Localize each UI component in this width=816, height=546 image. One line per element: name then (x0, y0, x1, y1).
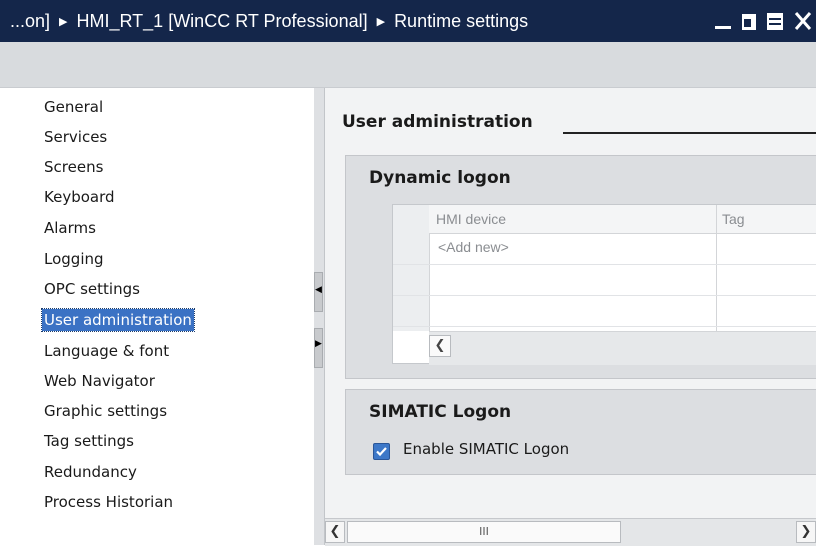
enable-simatic-logon-label[interactable]: Enable SIMATIC Logon (403, 440, 569, 458)
column-separator (716, 205, 717, 331)
maximize-icon[interactable] (766, 0, 784, 42)
nav-item-services[interactable]: Services (42, 126, 109, 148)
checkmark-icon (376, 447, 387, 457)
nav-item-opc-settings[interactable]: OPC settings (42, 278, 142, 300)
nav-item-logging[interactable]: Logging (42, 248, 106, 270)
nav-item-screens[interactable]: Screens (42, 156, 105, 178)
nav-item-web-navigator[interactable]: Web Navigator (42, 370, 157, 392)
editor-toolbar (0, 42, 816, 88)
section-divider (563, 132, 816, 134)
title-bar: ...on] ▶ HMI_RT_1 [WinCC RT Professional] ▶… (0, 0, 816, 42)
simatic-logon-group: SIMATIC Logon (345, 389, 816, 475)
nav-item-alarms[interactable]: Alarms (42, 217, 98, 239)
float-window-icon[interactable] (740, 0, 758, 42)
expand-right-icon[interactable]: ▶ (315, 339, 322, 349)
breadcrumb-arrow-icon: ▶ (376, 16, 386, 28)
nav-item-graphic-settings[interactable]: Graphic settings (42, 400, 169, 422)
breadcrumb-project[interactable]: ...on] (10, 11, 50, 31)
add-new-row[interactable]: <Add new> (438, 239, 509, 255)
nav-item-general[interactable]: General (42, 96, 105, 118)
breadcrumb-device[interactable]: HMI_RT_1 [WinCC RT Professional] (77, 11, 368, 31)
collapse-left-icon[interactable]: ◀ (315, 285, 322, 295)
nav-item-tag-settings[interactable]: Tag settings (42, 430, 136, 452)
settings-navigation: General Services Screens Keyboard Alarms… (0, 88, 315, 545)
chevron-left-icon[interactable]: ❮ (429, 335, 451, 357)
breadcrumb: ...on] ▶ HMI_RT_1 [WinCC RT Professional] ▶… (10, 0, 528, 42)
table-row-line (393, 295, 816, 296)
column-header-tag[interactable]: Tag (722, 205, 745, 233)
panel-splitter[interactable]: ◀ ▶ (314, 88, 325, 545)
nav-item-user-administration[interactable]: User administration (41, 308, 195, 332)
row-header-column (393, 205, 430, 331)
enable-simatic-logon-checkbox[interactable] (373, 443, 390, 460)
table-row-line (393, 326, 816, 327)
section-title: User administration (342, 112, 533, 132)
nav-item-process-historian[interactable]: Process Historian (42, 491, 175, 513)
dynamic-logon-table: HMI device Tag <Add new> ❮ (392, 204, 816, 365)
simatic-logon-title: SIMATIC Logon (369, 402, 512, 422)
table-header: HMI device Tag (429, 205, 816, 234)
breadcrumb-editor[interactable]: Runtime settings (394, 11, 528, 31)
scrollbar-thumb[interactable]: III (347, 521, 621, 543)
breadcrumb-arrow-icon: ▶ (59, 16, 68, 28)
dynamic-logon-title: Dynamic logon (369, 168, 511, 188)
nav-item-redundancy[interactable]: Redundancy (42, 461, 139, 483)
content-horizontal-scrollbar[interactable]: ❮ III ❯ (325, 518, 816, 546)
window-controls (712, 0, 816, 42)
chevron-right-icon[interactable]: ❯ (796, 521, 816, 543)
table-row-line (393, 264, 816, 265)
minimize-icon[interactable] (714, 0, 732, 42)
nav-item-keyboard[interactable]: Keyboard (42, 186, 117, 208)
chevron-left-icon[interactable]: ❮ (325, 521, 345, 543)
close-icon[interactable] (794, 0, 812, 42)
column-header-hmi-device[interactable]: HMI device (436, 205, 506, 233)
nav-item-language-font[interactable]: Language & font (42, 340, 171, 362)
table-horizontal-scrollbar[interactable]: ❮ (429, 331, 816, 365)
